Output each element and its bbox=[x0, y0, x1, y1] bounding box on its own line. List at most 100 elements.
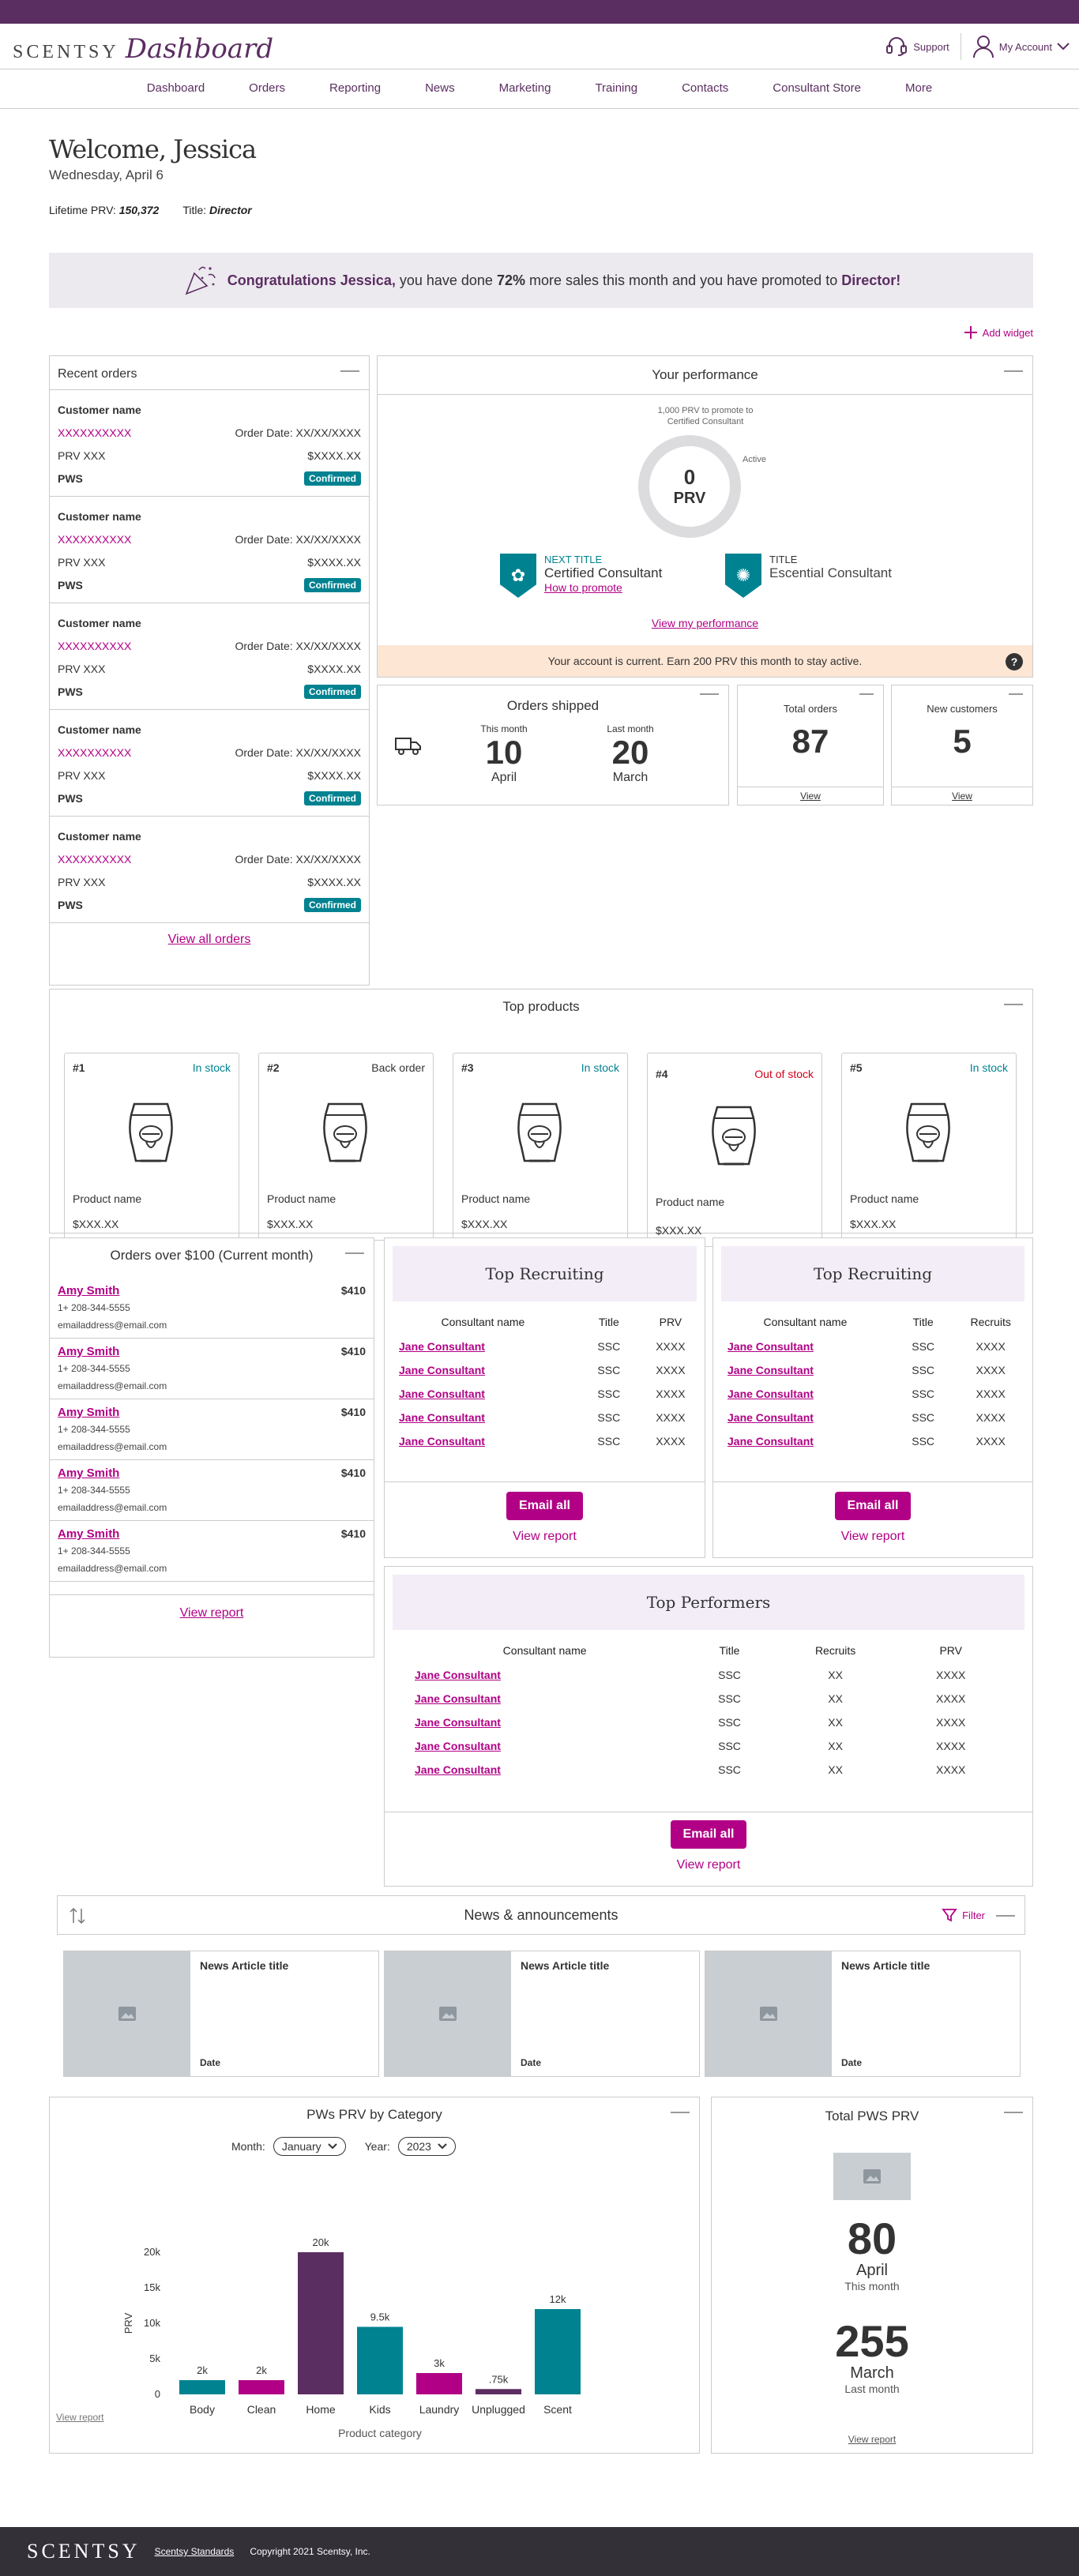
account-menu[interactable]: My Account bbox=[972, 35, 1070, 58]
news-card[interactable]: News Article title Date bbox=[63, 1951, 379, 2077]
nav-news[interactable]: News bbox=[403, 69, 477, 108]
table-cell: SSC bbox=[597, 1364, 621, 1376]
order-item[interactable]: Customer name XXXXXXXXXX Order Date: XX/XX… bbox=[50, 603, 369, 710]
table-row: Jane Consultant SSC XXXX bbox=[385, 1335, 705, 1358]
support-link[interactable]: Support bbox=[885, 36, 949, 57]
minimize-icon[interactable] bbox=[345, 1252, 364, 1254]
table-cell: XXXX bbox=[976, 1340, 1006, 1353]
email-all-button[interactable]: Email all bbox=[834, 1492, 912, 1520]
consultant-link[interactable]: Jane Consultant bbox=[399, 1388, 485, 1400]
order-item[interactable]: Customer name XXXXXXXXXX Order Date: XX/XX… bbox=[50, 710, 369, 817]
new-customers-view-link[interactable]: View bbox=[892, 787, 1032, 805]
view-all-orders-link[interactable]: View all orders bbox=[168, 933, 251, 946]
badge-icon: ✺ bbox=[725, 554, 761, 598]
table-cell: SSC bbox=[718, 1740, 741, 1752]
order-number[interactable]: XXXXXXXXXX bbox=[58, 533, 131, 546]
total-orders-view-link[interactable]: View bbox=[738, 787, 883, 805]
consultant-link[interactable]: Jane Consultant bbox=[727, 1411, 814, 1424]
consultant-link[interactable]: Jane Consultant bbox=[727, 1364, 814, 1376]
footer-logo: SCENTSY bbox=[27, 2540, 141, 2563]
nav-dashboard[interactable]: Dashboard bbox=[125, 69, 227, 108]
order-number[interactable]: XXXXXXXXXX bbox=[58, 426, 131, 439]
nav-orders[interactable]: Orders bbox=[227, 69, 307, 108]
product-card[interactable]: #2 Back order Product name $XXX.XX bbox=[258, 1053, 434, 1241]
headset-icon bbox=[886, 37, 908, 56]
total-pws-view-report[interactable]: View report bbox=[848, 2434, 896, 2445]
product-card[interactable]: #3 In stock Product name $XXX.XX bbox=[453, 1053, 628, 1241]
nav-more[interactable]: More bbox=[883, 69, 954, 108]
nav-contacts[interactable]: Contacts bbox=[660, 69, 750, 108]
view-report-link[interactable]: View report bbox=[677, 1858, 741, 1872]
nav-training[interactable]: Training bbox=[573, 69, 660, 108]
product-card[interactable]: #1 In stock Product name $XXX.XX bbox=[64, 1053, 239, 1241]
order-amount: $XXXX.XX bbox=[307, 555, 361, 569]
product-name: Product name bbox=[850, 1192, 919, 1205]
orders-over-100-view-report[interactable]: View report bbox=[180, 1606, 244, 1620]
customer-name-link[interactable]: Amy Smith bbox=[58, 1345, 366, 1358]
nav-consultant-store[interactable]: Consultant Store bbox=[750, 69, 883, 108]
consultant-link[interactable]: Jane Consultant bbox=[727, 1388, 814, 1400]
consultant-link[interactable]: Jane Consultant bbox=[399, 1411, 485, 1424]
consultant-link[interactable]: Jane Consultant bbox=[727, 1435, 814, 1448]
consultant-link[interactable]: Jane Consultant bbox=[415, 1740, 501, 1752]
truck-icon bbox=[395, 738, 421, 755]
help-icon[interactable]: ? bbox=[1006, 653, 1023, 670]
order-number[interactable]: XXXXXXXXXX bbox=[58, 853, 131, 866]
consultant-link[interactable]: Jane Consultant bbox=[399, 1364, 485, 1376]
customer-name-link[interactable]: Amy Smith bbox=[58, 1406, 366, 1419]
email-all-button[interactable]: Email all bbox=[670, 1820, 747, 1849]
view-report-link[interactable]: View report bbox=[841, 1530, 905, 1543]
view-report-link[interactable]: View report bbox=[513, 1530, 577, 1543]
order-item[interactable]: Customer name XXXXXXXXXX Order Date: XX/XX… bbox=[50, 817, 369, 923]
product-card[interactable]: #5 In stock Product name $XXX.XX bbox=[841, 1053, 1017, 1241]
year-select[interactable]: 2023 bbox=[397, 2137, 456, 2156]
month-select[interactable]: January bbox=[273, 2137, 346, 2156]
table-row: Jane Consultant SSC XX XXXX bbox=[400, 1734, 1001, 1758]
consultant-link[interactable]: Jane Consultant bbox=[415, 1716, 501, 1729]
order-item[interactable]: Customer name XXXXXXXXXX Order Date: XX/XX… bbox=[50, 497, 369, 603]
minimize-icon[interactable] bbox=[1009, 693, 1023, 695]
add-widget-button[interactable]: Add widget bbox=[964, 325, 1033, 340]
email-all-button[interactable]: Email all bbox=[506, 1492, 583, 1520]
minimize-icon[interactable] bbox=[700, 693, 719, 695]
consultant-link[interactable]: Jane Consultant bbox=[727, 1340, 814, 1353]
consultant-link[interactable]: Jane Consultant bbox=[415, 1763, 501, 1776]
minimize-icon[interactable] bbox=[996, 1915, 1015, 1917]
minimize-icon[interactable] bbox=[1004, 2112, 1023, 2113]
consultant-link[interactable]: Jane Consultant bbox=[415, 1669, 501, 1681]
view-performance-link[interactable]: View my performance bbox=[652, 617, 758, 629]
news-article-title: News Article title bbox=[841, 1959, 930, 1972]
order-item[interactable]: Customer name XXXXXXXXXX Order Date: XX/XX… bbox=[50, 390, 369, 497]
app-title: Dashboard bbox=[125, 33, 274, 65]
consultant-link[interactable]: Jane Consultant bbox=[399, 1340, 485, 1353]
order-number[interactable]: XXXXXXXXXX bbox=[58, 746, 131, 759]
order-number[interactable]: XXXXXXXXXX bbox=[58, 640, 131, 652]
filter-button[interactable]: Filter bbox=[942, 1907, 985, 1923]
standards-link[interactable]: Scentsy Standards bbox=[155, 2546, 235, 2557]
customer-name-link[interactable]: Amy Smith bbox=[58, 1284, 366, 1297]
chevron-down-icon bbox=[327, 2143, 337, 2150]
data-label: 20k bbox=[313, 2236, 329, 2248]
how-to-promote-link[interactable]: How to promote bbox=[544, 581, 662, 594]
nav-reporting[interactable]: Reporting bbox=[307, 69, 403, 108]
nav-marketing[interactable]: Marketing bbox=[477, 69, 573, 108]
consultant-link[interactable]: Jane Consultant bbox=[399, 1435, 485, 1448]
new-customers-widget: New customers 5 View bbox=[891, 685, 1033, 805]
product-card[interactable]: #4 Out of stock Product name $XXX.XX bbox=[647, 1053, 822, 1247]
order-amount: $410 bbox=[340, 1466, 366, 1479]
minimize-icon[interactable] bbox=[859, 693, 874, 695]
order-type: PWS bbox=[58, 578, 83, 591]
app-logo[interactable]: SCENTSY Dashboard bbox=[13, 33, 273, 65]
news-card[interactable]: News Article title Date bbox=[705, 1951, 1021, 2077]
minimize-icon[interactable] bbox=[340, 370, 359, 372]
table-cell: XXXX bbox=[936, 1740, 966, 1752]
minimize-icon[interactable] bbox=[1004, 1004, 1023, 1005]
minimize-icon[interactable] bbox=[671, 2112, 690, 2113]
news-card[interactable]: News Article title Date bbox=[384, 1951, 700, 2077]
consultant-link[interactable]: Jane Consultant bbox=[415, 1692, 501, 1705]
customer-name-link[interactable]: Amy Smith bbox=[58, 1527, 366, 1541]
pws-chart-view-report[interactable]: View report bbox=[56, 2412, 103, 2423]
customer-name-link[interactable]: Amy Smith bbox=[58, 1466, 366, 1480]
reorder-icon[interactable] bbox=[69, 1907, 86, 1924]
minimize-icon[interactable] bbox=[1004, 370, 1023, 372]
